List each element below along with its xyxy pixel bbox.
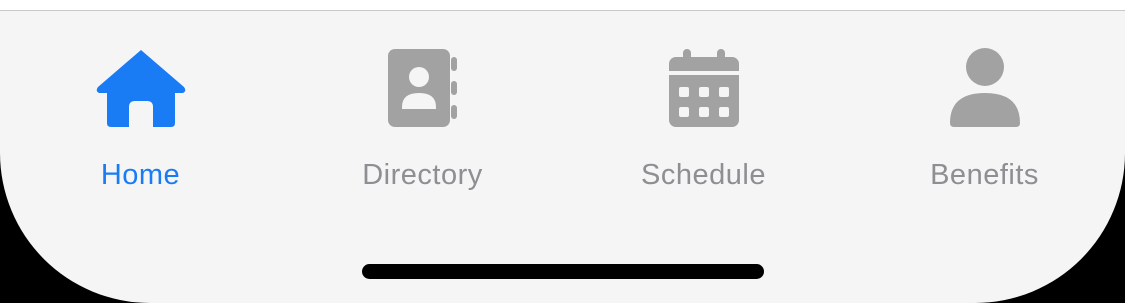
person-icon (935, 40, 1035, 136)
tab-benefits[interactable]: Benefits (844, 40, 1125, 200)
calendar-icon (654, 40, 754, 136)
tab-schedule-label: Schedule (641, 159, 766, 191)
tab-home-label: Home (100, 159, 181, 191)
house-icon (91, 40, 191, 136)
tab-schedule[interactable]: Schedule (563, 40, 844, 200)
tab-benefits-label: Benefits (930, 159, 1039, 191)
tab-bar-container: Home Directory Schedule Benefits (0, 0, 1125, 303)
tab-directory[interactable]: Directory (282, 40, 563, 200)
tab-home[interactable]: Home (0, 40, 281, 200)
home-indicator[interactable] (362, 264, 764, 279)
tab-directory-label: Directory (362, 159, 483, 191)
contact-book-icon (373, 40, 473, 136)
tab-bar-divider (0, 10, 1125, 11)
content-area-edge (0, 0, 1125, 10)
